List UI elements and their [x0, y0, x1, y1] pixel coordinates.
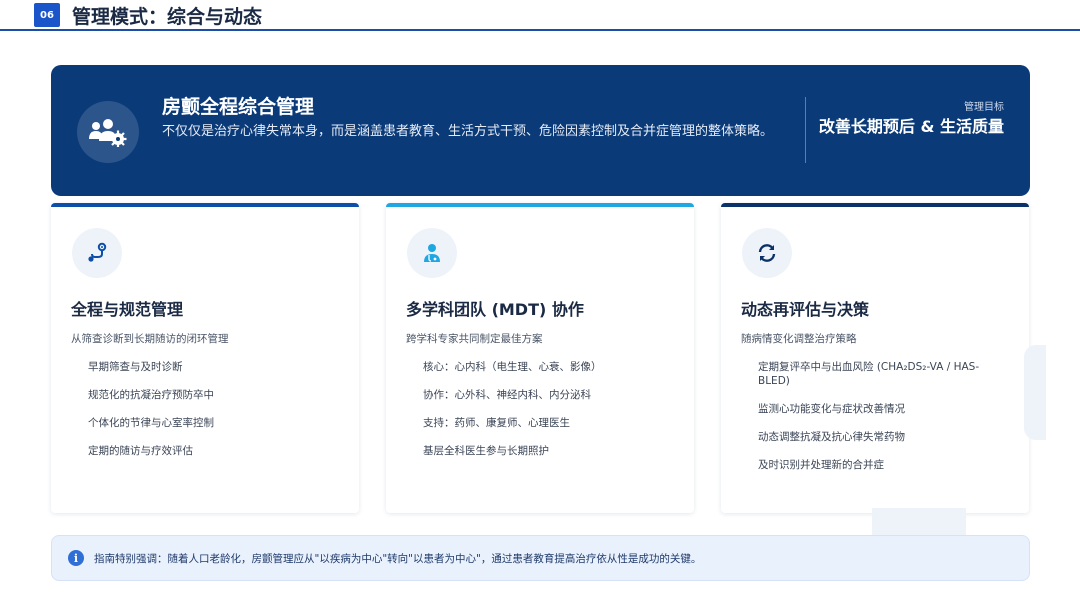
card-accent-bar [51, 203, 359, 207]
card-title: 多学科团队 (MDT) 协作 [406, 300, 584, 319]
list-item: 定期的随访与疗效评估 [88, 445, 193, 457]
info-icon: i [68, 550, 84, 566]
page-header: 06 管理模式：综合与动态 [0, 0, 1080, 31]
list-item: 基层全科医生参与长期照护 [423, 445, 549, 457]
list-item: 协作：心外科、神经内科、内分泌科 [423, 389, 591, 401]
card-subtitle: 随病情变化调整治疗策略 [741, 333, 857, 345]
route-icon [72, 228, 122, 278]
card-mdt-collaboration: 多学科团队 (MDT) 协作 跨学科专家共同制定最佳方案 核心：心内科（电生理、… [386, 203, 694, 513]
list-item: 个体化的节律与心室率控制 [88, 417, 214, 429]
page-title: 管理模式：综合与动态 [72, 6, 263, 28]
card-subtitle: 从筛查诊断到长期随访的闭环管理 [71, 333, 229, 345]
hero-banner: 房颤全程综合管理 不仅仅是治疗心律失常本身，而是涵盖患者教育、生活方式干预、危险… [51, 65, 1030, 196]
card-title: 动态再评估与决策 [741, 300, 870, 319]
doctor-icon [407, 228, 457, 278]
card-title: 全程与规范管理 [71, 300, 184, 319]
note-text: 指南特别强调：随着人口老龄化，房颤管理应从"以疾病为中心"转向"以患者为中心"，… [94, 553, 702, 565]
list-item: 规范化的抗凝治疗预防卒中 [88, 389, 214, 401]
card-full-process-management: 全程与规范管理 从筛查诊断到长期随访的闭环管理 早期筛查与及时诊断 规范化的抗凝… [51, 203, 359, 513]
list-item: 定期复评卒中与出血风险 (CHA₂DS₂-VA / HAS-BLED) [758, 361, 980, 387]
list-item: 监测心功能变化与症状改善情况 [758, 403, 905, 415]
decorative-shape [1024, 345, 1046, 440]
page-number-badge: 06 [34, 3, 60, 27]
list-item: 及时识别并处理新的合并症 [758, 459, 884, 471]
card-subtitle: 跨学科专家共同制定最佳方案 [406, 333, 543, 345]
card-item-list: 早期筛查与及时诊断 规范化的抗凝治疗预防卒中 个体化的节律与心室率控制 定期的随… [88, 360, 348, 472]
list-item: 早期筛查与及时诊断 [88, 361, 183, 373]
list-item: 支持：药师、康复师、心理医生 [423, 417, 570, 429]
hero-description: 不仅仅是治疗心律失常本身，而是涵盖患者教育、生活方式干预、危险因素控制及合并症管… [162, 124, 774, 139]
hero-title: 房颤全程综合管理 [162, 96, 315, 118]
list-item: 动态调整抗凝及抗心律失常药物 [758, 431, 905, 443]
goal-label: 管理目标 [964, 102, 1004, 113]
header-divider [0, 29, 1080, 31]
refresh-icon [742, 228, 792, 278]
decorative-shape [872, 508, 966, 538]
card-accent-bar [386, 203, 694, 207]
card-accent-bar [721, 203, 1029, 207]
card-item-list: 核心：心内科（电生理、心衰、影像） 协作：心外科、神经内科、内分泌科 支持：药师… [423, 360, 683, 472]
goal-value: 改善长期预后 & 生活质量 [818, 117, 1004, 136]
list-item: 核心：心内科（电生理、心衰、影像） [423, 361, 602, 373]
user-group-gear-icon [77, 101, 139, 163]
guideline-note: i 指南特别强调：随着人口老龄化，房颤管理应从"以疾病为中心"转向"以患者为中心… [51, 535, 1030, 581]
card-dynamic-reassessment: 动态再评估与决策 随病情变化调整治疗策略 定期复评卒中与出血风险 (CHA₂DS… [721, 203, 1029, 513]
hero-divider [805, 97, 806, 163]
card-item-list: 定期复评卒中与出血风险 (CHA₂DS₂-VA / HAS-BLED) 监测心功… [758, 360, 998, 486]
